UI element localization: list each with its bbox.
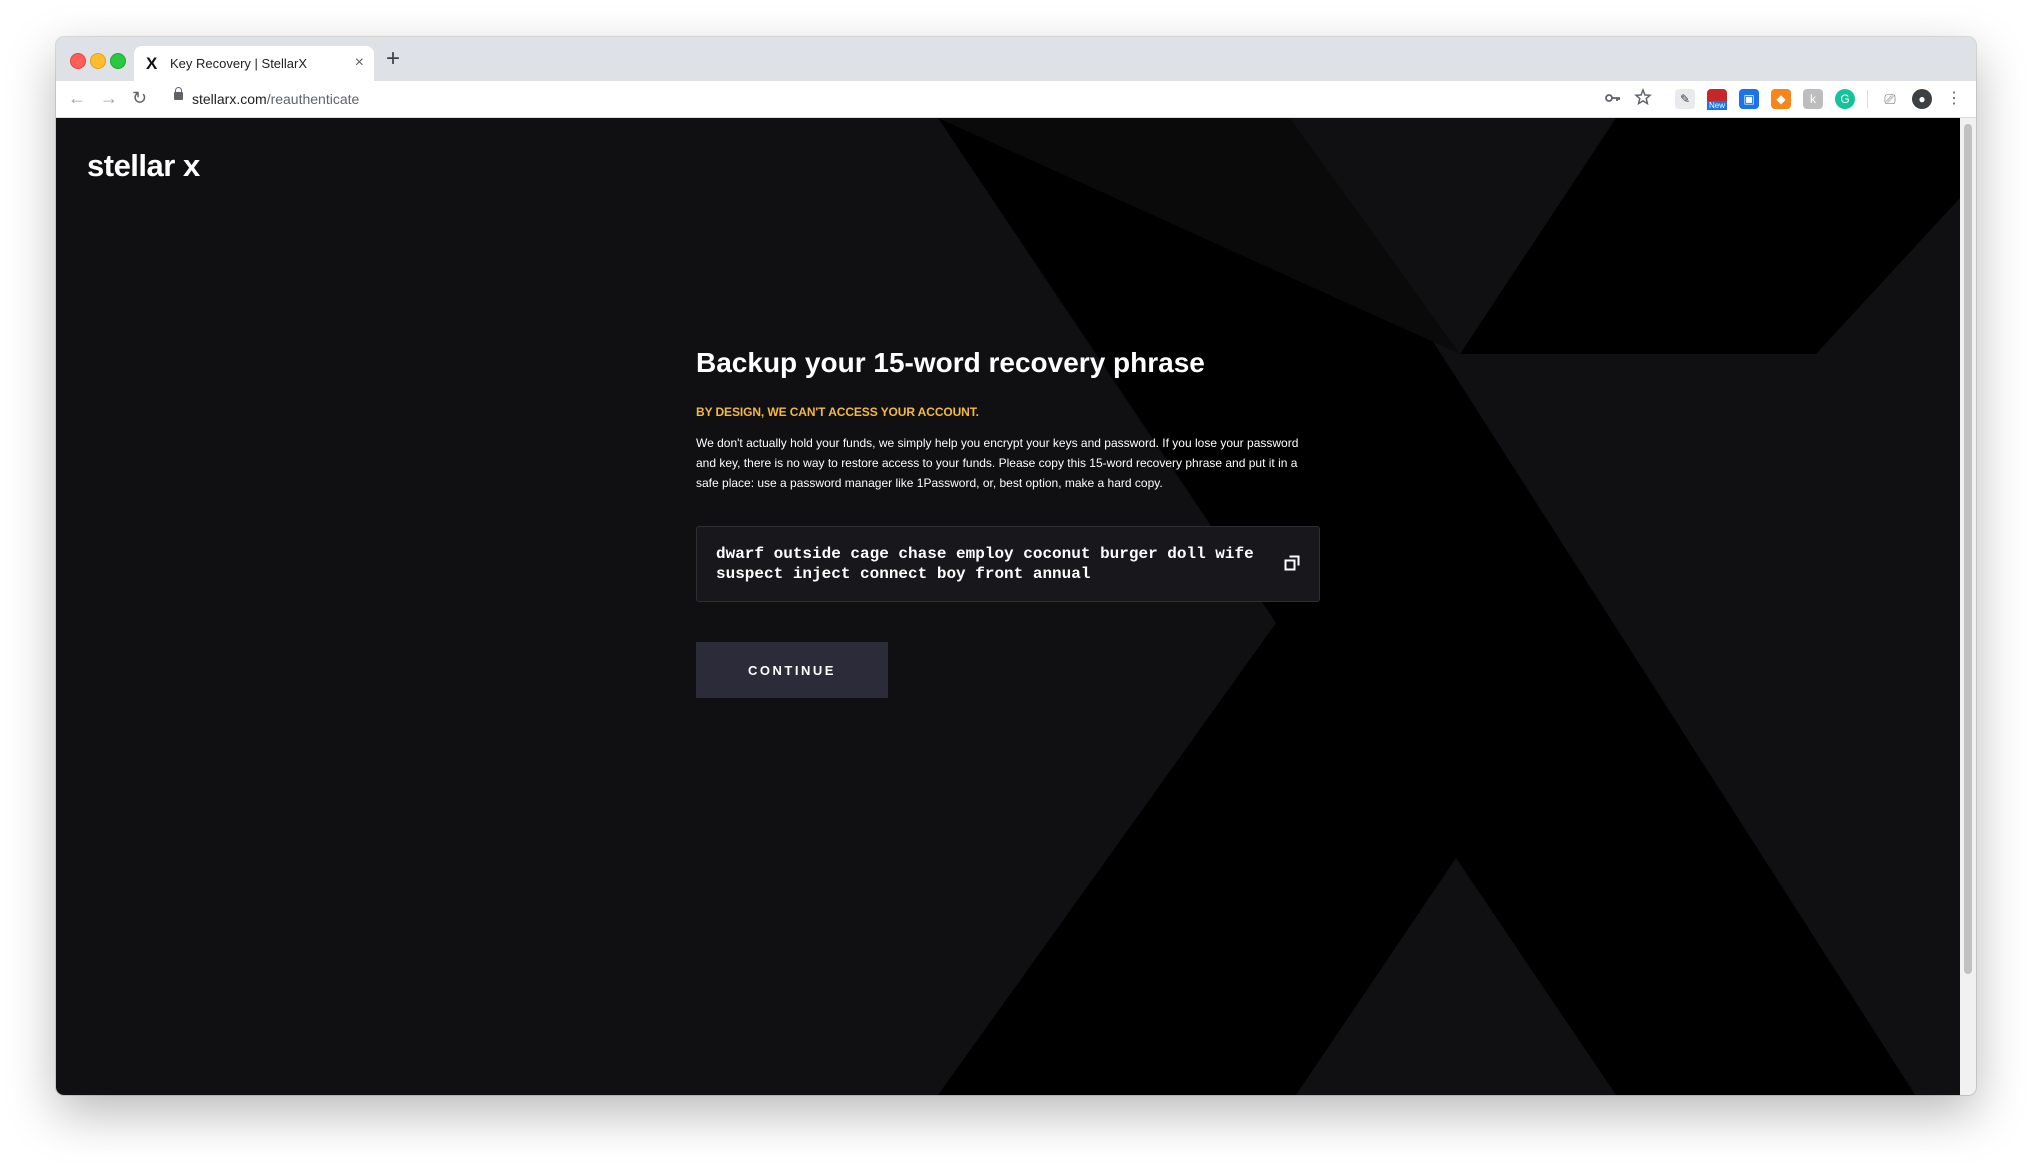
url-host: stellarx.com — [192, 91, 267, 107]
address-bar[interactable]: stellarx.com/reauthenticate — [164, 85, 1664, 113]
new-tab-button[interactable]: + — [386, 47, 400, 71]
ext-fox-icon[interactable]: ◆ — [1771, 89, 1791, 109]
url-text[interactable]: stellarx.com/reauthenticate — [192, 91, 359, 107]
reload-icon[interactable]: ↻ — [132, 88, 147, 109]
recovery-phrase[interactable]: dwarf outside cage chase employ coconut … — [716, 544, 1266, 584]
stellarx-favicon-icon: X — [146, 54, 158, 73]
browser-toolbar: ← → ↻ stellarx.com/reauthenticate ✎ New … — [56, 81, 1976, 118]
menu-icon[interactable]: ⋮ — [1944, 89, 1964, 109]
toolbar-divider — [1867, 90, 1868, 108]
page-content: stellar x Backup your 15-word recovery p… — [56, 118, 1960, 1095]
description-text: We don't actually hold your funds, we si… — [696, 436, 1299, 490]
recovery-phrase-box: dwarf outside cage chase employ coconut … — [696, 526, 1320, 602]
tab-title: Key Recovery | StellarX — [170, 56, 308, 71]
minimize-window-button[interactable] — [90, 53, 106, 69]
maximize-window-button[interactable] — [110, 53, 126, 69]
url-path: /reauthenticate — [266, 91, 360, 107]
ext-new-badge-icon[interactable]: New — [1707, 89, 1728, 110]
stellarx-logo[interactable]: stellar x — [87, 148, 200, 184]
scrollbar-thumb[interactable] — [1964, 124, 1972, 974]
lock-icon[interactable] — [174, 87, 183, 100]
tab-key-recovery[interactable]: X Key Recovery | StellarX × — [134, 46, 374, 81]
star-icon[interactable] — [1634, 87, 1652, 111]
new-badge: New — [1707, 101, 1728, 110]
ext-grammarly-icon[interactable]: G — [1835, 89, 1855, 109]
ext-grey-icon[interactable]: k — [1803, 89, 1823, 109]
page-title: Backup your 15-word recovery phrase — [696, 347, 1205, 378]
recovery-panel: Backup your 15-word recovery phrase BY D… — [696, 347, 1320, 698]
close-window-button[interactable] — [70, 53, 86, 69]
key-icon[interactable] — [1604, 89, 1622, 112]
cast-icon[interactable]: ⎚ — [1880, 89, 1900, 109]
page-scrollbar[interactable] — [1960, 118, 1976, 1095]
continue-button[interactable]: CONTINUE — [696, 642, 888, 698]
extensions-row: ✎ New ▣ ◆ k G ⎚ ● ⋮ — [1675, 89, 1964, 110]
back-icon[interactable]: ← — [68, 88, 86, 109]
ext-blue-icon[interactable]: ▣ — [1739, 89, 1759, 109]
warning-text: BY DESIGN, WE CAN'T ACCESS YOUR ACCOUNT. — [696, 405, 979, 419]
browser-window: X Key Recovery | StellarX × + ← → ↻ stel… — [56, 37, 1976, 1095]
tab-close-icon[interactable]: × — [355, 54, 364, 72]
profile-icon[interactable]: ● — [1912, 89, 1932, 109]
tab-strip: X Key Recovery | StellarX × + — [56, 37, 1976, 81]
ext-pencil-icon[interactable]: ✎ — [1675, 89, 1695, 109]
copy-icon[interactable] — [1284, 555, 1300, 571]
forward-icon[interactable]: → — [100, 88, 118, 109]
